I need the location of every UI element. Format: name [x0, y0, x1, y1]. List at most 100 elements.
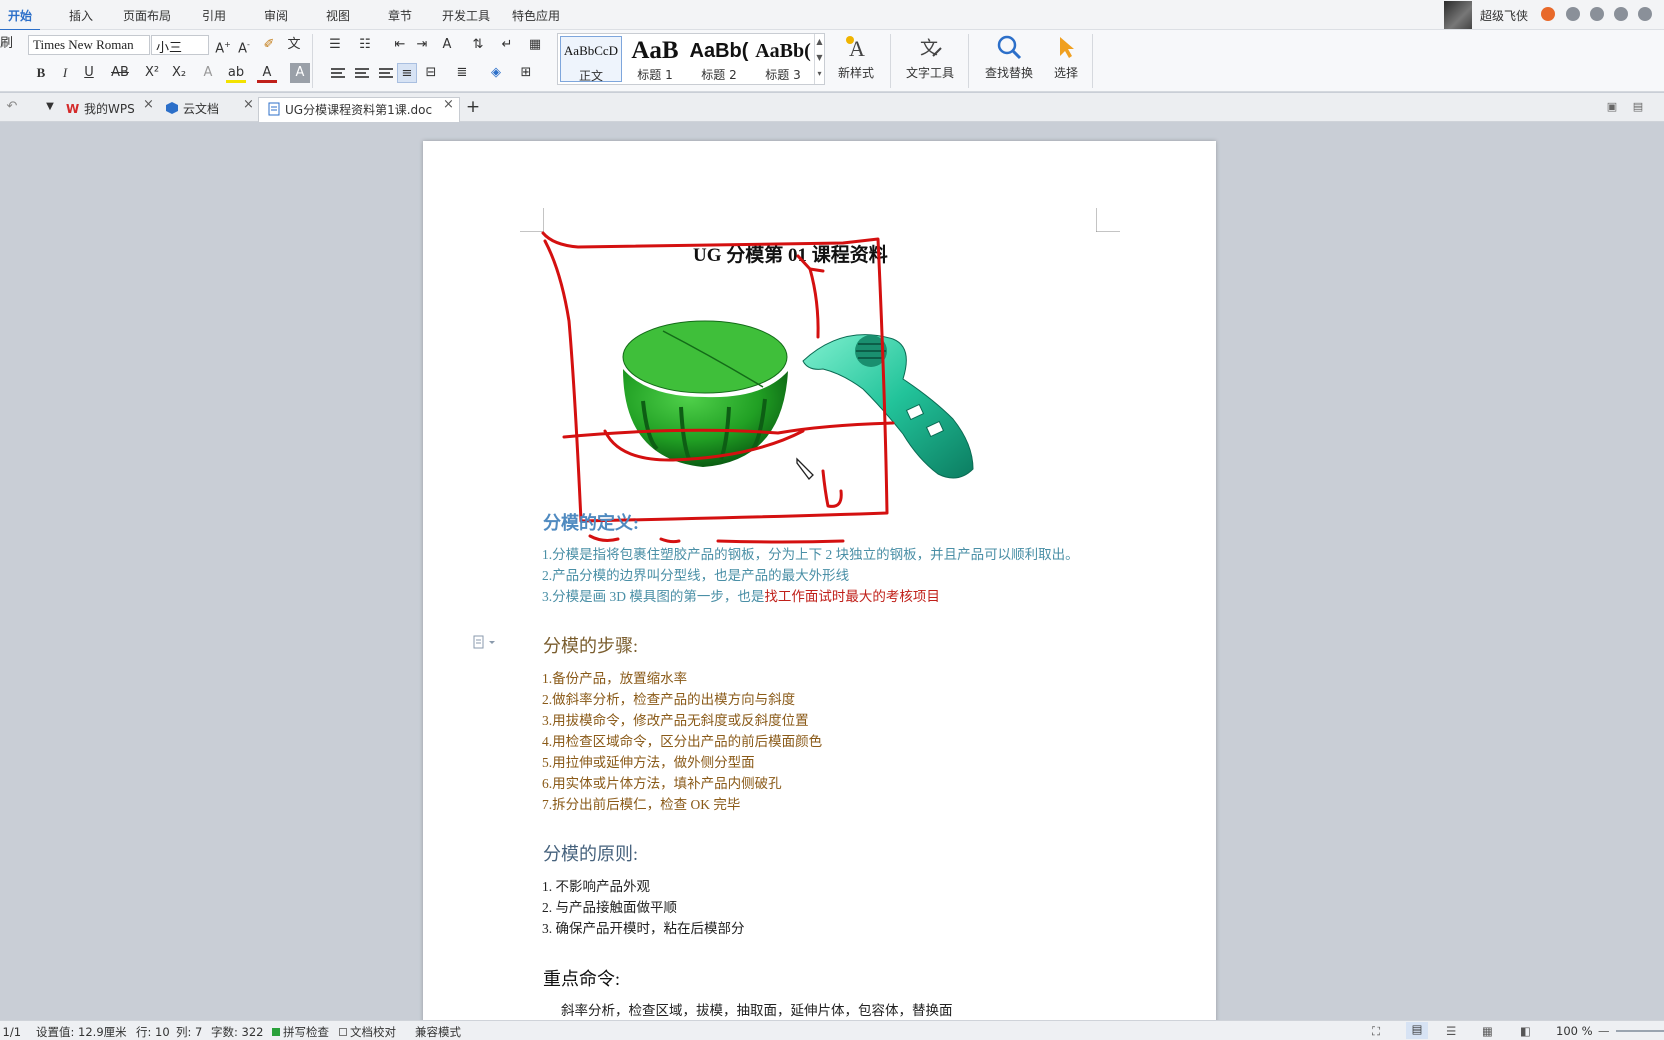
outline-view-icon[interactable]: ☰ — [1446, 1024, 1456, 1038]
find-replace-button[interactable]: 查找替换 — [976, 32, 1042, 81]
tab-label: 我的WPS — [84, 102, 135, 116]
style-heading-1[interactable]: AaB 标题 1 — [624, 36, 686, 82]
bullet-list-icon[interactable]: ☰ — [325, 35, 345, 55]
numbered-list-icon[interactable]: ☷ — [355, 35, 375, 55]
font-family-select[interactable]: Times New Roman — [28, 35, 150, 55]
comment-icon[interactable]: ▣ — [1602, 97, 1622, 117]
new-style-button[interactable]: A 新样式 — [830, 32, 882, 81]
menu-tab-chapter[interactable]: 章节 — [388, 7, 412, 24]
zoom-slider[interactable] — [1616, 1030, 1664, 1032]
borders-icon[interactable]: ⊞ — [516, 63, 536, 83]
subscript-icon[interactable]: X₂ — [169, 63, 189, 83]
menu-tab-home[interactable]: 开始 — [0, 7, 41, 31]
button-label: 文字工具 — [905, 66, 954, 80]
skin-icon[interactable] — [1566, 7, 1580, 21]
text-tools-icon: 文 — [920, 38, 942, 59]
italic-icon[interactable]: I — [55, 63, 75, 83]
zoom-level[interactable]: 100 % — [1556, 1024, 1593, 1038]
document-page[interactable]: UG 分模第 01 课程资料 分模的定义: 1.分模是指将包裹住塑胶产品的钢板，… — [423, 141, 1216, 1020]
status-row[interactable]: 行: 10 — [136, 1024, 170, 1040]
tab-current-document[interactable]: UG分模课程资料第1课.doc — [258, 97, 460, 122]
font-color-icon[interactable]: A — [257, 63, 277, 83]
definition-line-3-highlight: 找工作面试时最大的考核项目 — [764, 589, 940, 604]
definition-line-1: 1.分模是指将包裹住塑胶产品的钢板，分为上下 2 块独立的钢板，并且产品可以顺利… — [542, 547, 1079, 562]
step-line: 3.用拔模命令，修改产品无斜度或反斜度位置 — [542, 713, 809, 728]
bold-icon[interactable]: B — [31, 63, 51, 83]
spell-check-toggle[interactable]: 拼写检查 — [272, 1024, 329, 1040]
style-normal[interactable]: AaBbCcD 正文 — [560, 36, 622, 83]
char-shading-icon[interactable]: A — [290, 63, 310, 83]
menu-tab-developer[interactable]: 开发工具 — [442, 7, 490, 24]
status-setting[interactable]: 设置值: 12.9厘米 — [36, 1024, 127, 1040]
gallery-scroll[interactable]: ▲ ▼ ▾ — [814, 34, 824, 84]
tab-my-wps[interactable]: W 我的WPS — [58, 97, 141, 119]
menu-tab-review[interactable]: 审阅 — [264, 7, 288, 24]
doc-proof-toggle[interactable]: 文档校对 — [339, 1024, 396, 1040]
principles-heading: 分模的原则: — [543, 844, 639, 864]
help-icon[interactable] — [1638, 7, 1652, 21]
style-heading-3[interactable]: AaBb( 标题 3 — [752, 36, 814, 82]
table-icon[interactable]: ▦ — [525, 35, 545, 55]
phonetic-guide-icon[interactable]: 文 — [284, 35, 304, 55]
fullscreen-icon[interactable]: ⛶ — [1372, 1024, 1380, 1039]
quick-access-dropdown-icon[interactable]: ▼ — [40, 97, 60, 117]
close-icon[interactable]: × — [443, 97, 454, 112]
menu-tab-insert[interactable]: 插入 — [69, 7, 93, 24]
settings-icon[interactable] — [1590, 7, 1604, 21]
status-word-count[interactable]: 字数: 322 — [211, 1024, 263, 1040]
menu-tab-view[interactable]: 视图 — [326, 7, 350, 24]
justify-icon[interactable]: ≡ — [397, 63, 417, 83]
step-line: 5.用拉伸或延伸方法，做外侧分型面 — [542, 755, 755, 770]
text-tools-button[interactable]: 文 文字工具 — [896, 32, 964, 81]
align-right-icon[interactable] — [379, 68, 393, 78]
superscript-icon[interactable]: X² — [142, 63, 162, 83]
undo-icon[interactable]: ↶ — [2, 97, 22, 117]
increase-indent-icon[interactable]: ⇥ — [412, 35, 432, 55]
document-tab-bar: ↶ ▼ W 我的WPS × 云文档 × UG分模课程资料第1课.doc × + … — [0, 93, 1664, 122]
shading-icon[interactable]: ◈ — [486, 63, 506, 83]
page-view-icon[interactable]: ▤ — [1406, 1022, 1428, 1039]
shrink-font-icon[interactable]: A- — [234, 35, 254, 56]
format-painter-icon[interactable]: 刷 — [0, 34, 13, 54]
underline-icon[interactable]: U — [79, 63, 99, 83]
align-left-icon[interactable] — [331, 68, 345, 78]
sort-icon[interactable]: ⇅ — [468, 35, 488, 55]
chinese-layout-icon[interactable]: A — [437, 35, 457, 55]
grow-font-icon[interactable]: A+ — [213, 35, 233, 56]
text-effect-icon[interactable]: A — [198, 63, 218, 83]
line-spacing-icon[interactable]: ≣ — [452, 63, 472, 83]
status-col[interactable]: 列: 7 — [176, 1024, 202, 1040]
zoom-out-icon[interactable]: — — [1598, 1024, 1610, 1038]
tab-cloud-docs[interactable]: 云文档 — [157, 97, 225, 119]
style-preview: AaBbCcD — [563, 43, 619, 58]
font-size-select[interactable]: 小三 — [151, 35, 209, 55]
paragraph-layout-icon[interactable] — [473, 635, 497, 649]
show-hide-marks-icon[interactable]: ↵ — [497, 35, 517, 55]
user-name[interactable]: 超级飞侠 — [1480, 7, 1528, 24]
close-icon[interactable]: × — [143, 97, 154, 112]
menu-tab-page-layout[interactable]: 页面布局 — [123, 7, 171, 24]
avatar[interactable] — [1444, 1, 1472, 29]
distributed-icon[interactable]: ⊟ — [421, 63, 441, 83]
menu-tab-special[interactable]: 特色应用 — [512, 7, 560, 24]
menu-tab-references[interactable]: 引用 — [202, 7, 226, 24]
style-heading-2[interactable]: AaBb( 标题 2 — [688, 36, 750, 82]
strikethrough-icon[interactable]: AB — [110, 63, 130, 83]
status-page[interactable]: 页码: 1/1 — [0, 1024, 21, 1040]
web-view-icon[interactable]: ▦ — [1482, 1024, 1493, 1038]
reading-mode-icon[interactable]: ◧ — [1520, 1024, 1531, 1038]
feedback-icon[interactable] — [1614, 7, 1628, 21]
clear-format-icon[interactable]: ✐ — [259, 35, 279, 55]
highlight-color-icon[interactable]: ab — [226, 63, 246, 83]
doc-file-icon — [268, 102, 280, 116]
share-icon[interactable]: ▤ — [1628, 97, 1648, 117]
decrease-indent-icon[interactable]: ⇤ — [390, 35, 410, 55]
step-line: 4.用检查区域命令，区分出产品的前后模面颜色 — [542, 734, 823, 749]
fire-icon[interactable] — [1541, 7, 1555, 21]
styles-gallery: AaBbCcD 正文 AaB 标题 1 AaBb( 标题 2 AaBb( 标题 … — [557, 33, 825, 85]
document-area[interactable]: UG 分模第 01 课程资料 分模的定义: 1.分模是指将包裹住塑胶产品的钢板，… — [0, 123, 1664, 1020]
select-button[interactable]: 选择 — [1046, 32, 1086, 81]
new-tab-icon[interactable]: + — [463, 97, 483, 117]
align-center-icon[interactable] — [355, 68, 369, 78]
close-icon[interactable]: × — [243, 97, 254, 112]
